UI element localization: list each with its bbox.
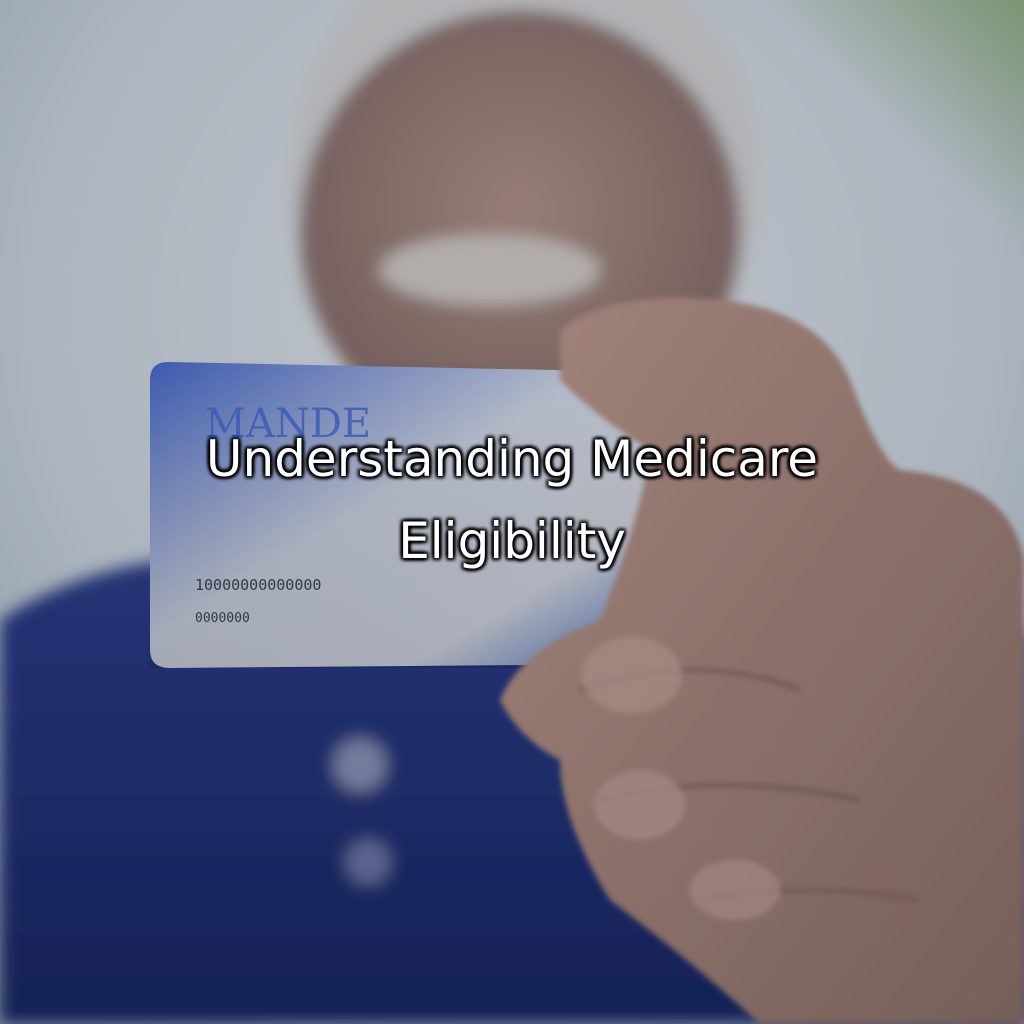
page-title: Understanding Medicare Eligibility: [205, 430, 819, 570]
card-line-2: 0000000: [195, 611, 250, 626]
photo-scene: MANDE 10000000000000 0000000 Understandi…: [0, 0, 1024, 1024]
